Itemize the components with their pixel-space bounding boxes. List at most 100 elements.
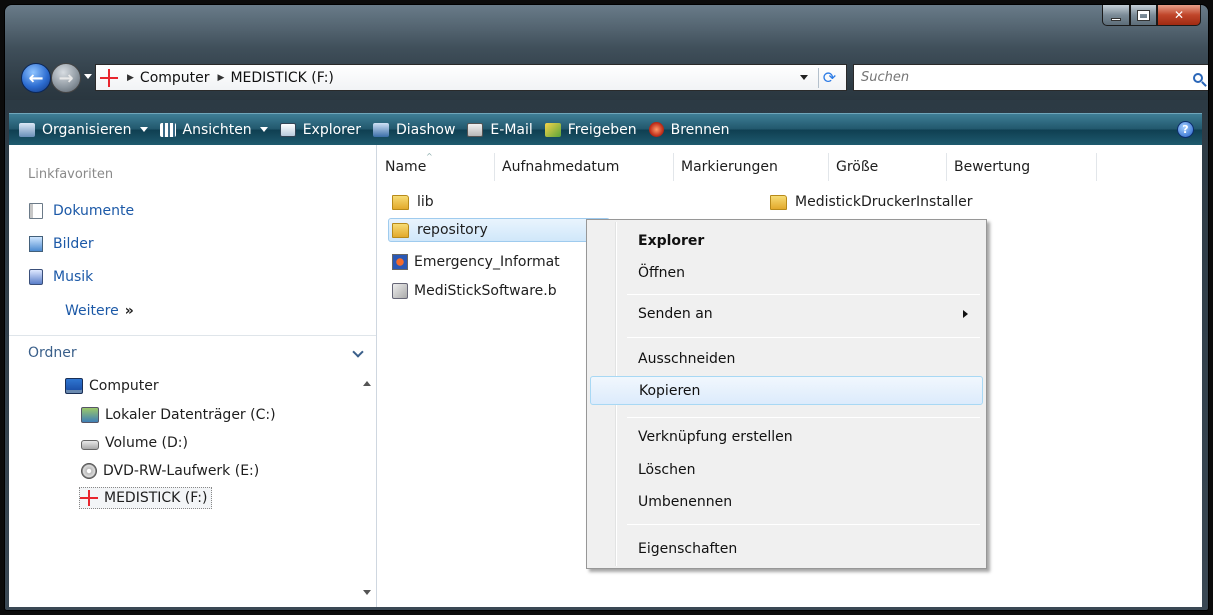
explorer-label: Explorer bbox=[302, 121, 361, 138]
breadcrumb-computer[interactable]: Computer bbox=[140, 70, 210, 86]
column-size[interactable]: Größe bbox=[829, 153, 947, 181]
favorite-label: Musik bbox=[53, 269, 94, 285]
organize-label: Organisieren bbox=[42, 121, 132, 138]
slideshow-button[interactable]: Diashow bbox=[372, 114, 455, 145]
email-button[interactable]: E-Mail bbox=[467, 114, 533, 145]
menu-item-create-shortcut[interactable]: Verknüpfung erstellen bbox=[590, 423, 983, 452]
batch-file-icon bbox=[392, 283, 408, 299]
favorite-label: Dokumente bbox=[53, 203, 135, 219]
breadcrumb-separator-icon[interactable]: ▶ bbox=[218, 73, 225, 83]
column-tags[interactable]: Markierungen bbox=[674, 153, 829, 181]
tree-item-computer[interactable]: Computer bbox=[65, 375, 159, 397]
menu-item-copy[interactable]: Kopieren bbox=[590, 376, 983, 405]
burn-button[interactable]: Brennen bbox=[648, 114, 730, 145]
menu-item-delete[interactable]: Löschen bbox=[590, 456, 983, 485]
address-bar[interactable]: ▶ Computer ▶ MEDISTICK (F:) ⟳ bbox=[95, 64, 847, 91]
pictures-icon bbox=[29, 236, 43, 252]
slideshow-icon bbox=[372, 122, 389, 137]
file-name: MedistickDruckerInstaller bbox=[795, 194, 973, 210]
tree-item-medistick-f[interactable]: MEDISTICK (F:) bbox=[79, 487, 213, 509]
music-icon bbox=[29, 269, 43, 285]
recent-pages-dropdown-icon[interactable] bbox=[84, 74, 92, 79]
command-toolbar: Organisieren Ansichten Explorer Diashow … bbox=[9, 113, 1202, 145]
menu-item-explorer[interactable]: Explorer bbox=[590, 227, 983, 256]
more-favorites-link[interactable]: Weitere » bbox=[65, 303, 134, 319]
share-button[interactable]: Freigeben bbox=[544, 114, 637, 145]
favorite-documents[interactable]: Dokumente bbox=[29, 203, 134, 219]
favorites-title: Linkfavoriten bbox=[28, 167, 114, 182]
favorite-pictures[interactable]: Bilder bbox=[29, 236, 94, 252]
search-icon[interactable] bbox=[1185, 65, 1208, 90]
menu-item-send-to[interactable]: Senden an bbox=[590, 300, 983, 329]
tree-item-label: DVD-RW-Laufwerk (E:) bbox=[103, 463, 260, 479]
column-rating[interactable]: Bewertung bbox=[947, 153, 1097, 181]
column-label: Markierungen bbox=[681, 159, 778, 175]
maximize-icon bbox=[1138, 10, 1149, 20]
menu-item-cut[interactable]: Ausschneiden bbox=[590, 345, 983, 374]
scroll-down-icon[interactable] bbox=[363, 590, 371, 595]
tree-item-volume-d[interactable]: Volume (D:) bbox=[81, 432, 188, 454]
folders-header[interactable]: Ordner bbox=[9, 335, 376, 369]
organize-button[interactable]: Organisieren bbox=[19, 114, 148, 145]
folders-title: Ordner bbox=[28, 345, 77, 361]
column-name[interactable]: ^ Name bbox=[378, 153, 495, 181]
dropdown-arrow-icon bbox=[139, 127, 148, 132]
tree-item-label: MEDISTICK (F:) bbox=[104, 490, 208, 506]
file-item-medistickdruckerinstaller[interactable]: MedistickDruckerInstaller bbox=[770, 190, 973, 214]
folder-icon bbox=[392, 222, 409, 238]
forward-arrow-icon: → bbox=[58, 67, 74, 89]
chevron-down-icon[interactable] bbox=[352, 346, 364, 358]
tree-scrollbar[interactable] bbox=[359, 369, 376, 607]
file-name: MediStickSoftware.b bbox=[414, 283, 557, 299]
navigation-row: ← → ▶ Computer ▶ MEDISTICK (F:) ⟳ bbox=[17, 61, 1208, 93]
file-item-emergency-information[interactable]: Emergency_Informat bbox=[392, 250, 560, 274]
back-button[interactable]: ← bbox=[21, 63, 51, 93]
html-file-icon bbox=[392, 254, 408, 270]
file-item-repository[interactable]: repository bbox=[388, 218, 610, 242]
file-item-lib[interactable]: lib bbox=[392, 190, 434, 214]
system-drive-icon bbox=[81, 407, 99, 423]
documents-icon bbox=[29, 203, 43, 219]
tree-item-dvd-e[interactable]: DVD-RW-Laufwerk (E:) bbox=[81, 460, 259, 482]
context-menu: Explorer Öffnen Senden an Ausschneiden K… bbox=[586, 219, 987, 569]
menu-separator bbox=[627, 417, 980, 418]
explorer-icon bbox=[279, 122, 296, 137]
column-date-taken[interactable]: Aufnahmedatum bbox=[495, 153, 674, 181]
tree-item-label: Lokaler Datenträger (C:) bbox=[105, 407, 276, 423]
search-input[interactable] bbox=[854, 70, 1185, 85]
hard-drive-icon bbox=[81, 440, 99, 450]
address-dropdown-icon[interactable] bbox=[800, 75, 808, 80]
menu-item-open[interactable]: Öffnen bbox=[590, 259, 983, 288]
dropdown-arrow-icon bbox=[259, 127, 268, 132]
breadcrumb-separator-icon[interactable]: ▶ bbox=[127, 73, 134, 83]
medistick-drive-icon bbox=[80, 490, 98, 506]
scroll-up-icon[interactable] bbox=[363, 381, 371, 386]
column-label: Aufnahmedatum bbox=[502, 159, 620, 175]
burn-disc-icon bbox=[648, 122, 664, 137]
explorer-button[interactable]: Explorer bbox=[279, 114, 361, 145]
tree-item-local-disk-c[interactable]: Lokaler Datenträger (C:) bbox=[81, 404, 276, 426]
medistick-drive-icon bbox=[99, 68, 119, 88]
column-headers: ^ Name Aufnahmedatum Markierungen Größe … bbox=[378, 153, 1097, 181]
help-icon[interactable]: ? bbox=[1177, 121, 1194, 138]
maximize-button[interactable] bbox=[1130, 5, 1157, 26]
menu-item-properties[interactable]: Eigenschaften bbox=[590, 535, 983, 564]
share-label: Freigeben bbox=[567, 121, 637, 138]
forward-button[interactable]: → bbox=[51, 63, 81, 93]
views-button[interactable]: Ansichten bbox=[159, 114, 268, 145]
minimize-icon bbox=[1111, 17, 1121, 21]
minimize-button[interactable] bbox=[1102, 5, 1130, 26]
menu-item-rename[interactable]: Umbenennen bbox=[590, 488, 983, 517]
views-icon bbox=[159, 122, 176, 137]
column-label: Bewertung bbox=[954, 159, 1031, 175]
favorite-music[interactable]: Musik bbox=[29, 269, 93, 285]
file-item-medisticksoftware[interactable]: MediStickSoftware.b bbox=[392, 279, 557, 303]
close-icon: ✕ bbox=[1173, 8, 1185, 22]
search-box bbox=[853, 64, 1208, 91]
file-name: repository bbox=[417, 222, 488, 238]
close-button[interactable]: ✕ bbox=[1157, 5, 1201, 26]
menu-item-label: Senden an bbox=[638, 306, 713, 322]
refresh-icon[interactable]: ⟳ bbox=[818, 68, 840, 88]
tree-item-label: Volume (D:) bbox=[105, 435, 188, 451]
breadcrumb-medistick[interactable]: MEDISTICK (F:) bbox=[230, 70, 333, 86]
